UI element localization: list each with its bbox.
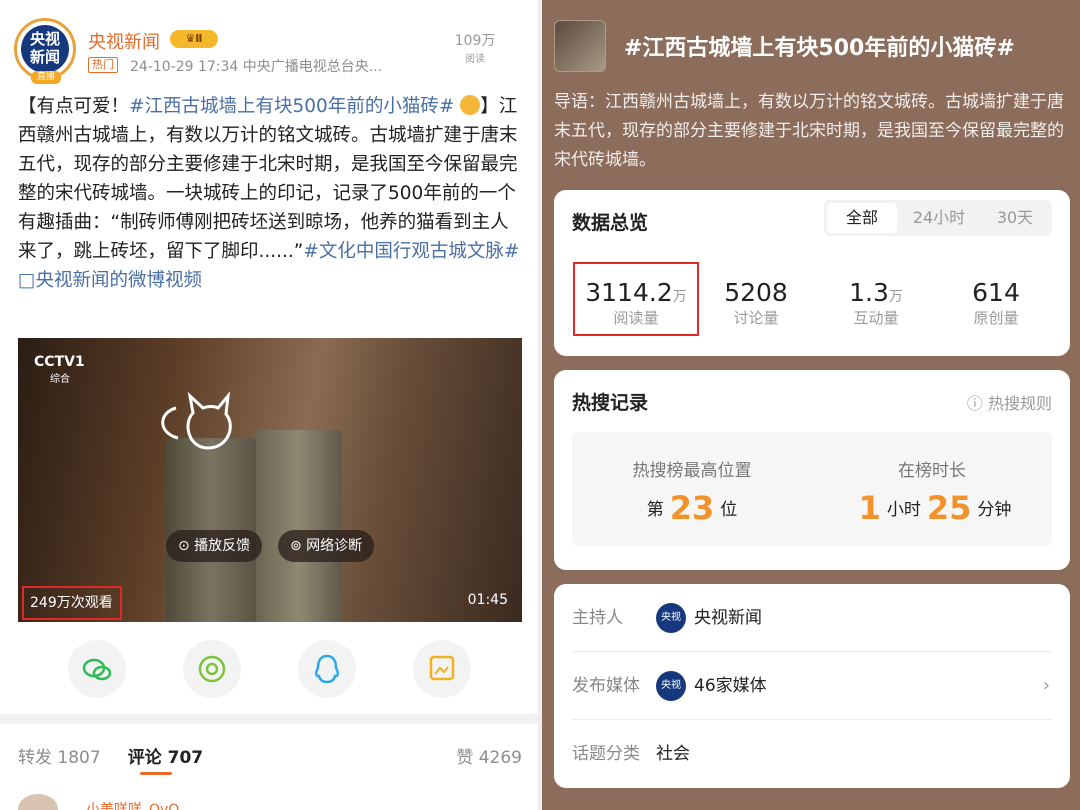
share-moments-button[interactable] xyxy=(183,640,241,698)
emoji-icon xyxy=(460,95,481,115)
live-badge: 直播 xyxy=(31,71,61,84)
video-link[interactable]: □央视新闻的微博视频 xyxy=(18,270,202,291)
hot-search-title: 热搜记录 xyxy=(572,392,649,414)
hot-tag: 热门 xyxy=(88,57,118,73)
time-range-tabs: 全部 24小时 30天 xyxy=(824,200,1052,236)
save-image-button[interactable] xyxy=(413,640,471,698)
commenter-avatar xyxy=(18,794,58,810)
tab-all[interactable]: 全部 xyxy=(827,203,897,233)
active-tab-indicator xyxy=(140,772,172,775)
video-duration: 01:45 xyxy=(467,592,508,608)
stat-interactions: 1.3万 互动量 xyxy=(849,278,903,327)
peak-position: 热搜榜最高位置 第 23 位 xyxy=(632,461,752,527)
media-row[interactable]: 发布媒体 央视 46家媒体 › xyxy=(572,652,1052,720)
section-gap xyxy=(0,714,540,724)
stat-reads: 3114.2万 阅读量 xyxy=(585,278,687,327)
author-name[interactable]: 央视新闻 xyxy=(88,28,160,54)
view-count: 249万次观看 xyxy=(22,586,122,620)
qq-icon xyxy=(314,654,340,684)
topic-detail-panel: #江西古城墙上有块500年前的小猫砖# 导语：江西赣州古城墙上，有数以万计的铭文… xyxy=(542,0,1080,810)
author-avatar[interactable]: 央视 新闻 直播 xyxy=(14,18,76,84)
media-logos-icon: 央视 xyxy=(656,671,686,701)
tab-30d[interactable]: 30天 xyxy=(980,203,1050,233)
topic-title: #江西古城墙上有块500年前的小猫砖# xyxy=(624,36,1015,61)
weibo-post-panel: 央视 新闻 直播 央视新闻 ♛Ⅱ 热门 24-10-29 17:34 中央广播电视… xyxy=(0,0,540,810)
brick-pillar xyxy=(256,430,342,622)
tab-24h[interactable]: 24小时 xyxy=(904,203,974,233)
topic-link[interactable]: #江西古城墙上有块500年前的小猫砖# xyxy=(129,96,454,117)
channel-logo: CCTV1 综合 xyxy=(34,354,85,385)
on-list-duration: 在榜时长 1 小时 25 分钟 xyxy=(858,461,1012,527)
wechat-icon xyxy=(82,658,112,681)
post-meta: 24-10-29 17:34 中央广播电视总台央... xyxy=(130,59,383,75)
vip-badge: ♛Ⅱ xyxy=(170,30,218,48)
network-diagnose-button[interactable]: ⊚ 网络诊断 xyxy=(278,530,375,562)
hot-search-card: 热搜记录 ⓘ 热搜规则 热搜榜最高位置 第 23 位 在榜时长 1 小时 25 分钟 xyxy=(554,370,1070,570)
topic-thumbnail xyxy=(554,20,606,72)
share-qq-button[interactable] xyxy=(298,640,356,698)
interaction-tabs: 转发 1807 评论 707 xyxy=(18,743,203,768)
commenter-name: 小美咩咩_OvO xyxy=(86,802,180,810)
avatar-logo: 央视 新闻 xyxy=(21,25,69,73)
host-row[interactable]: 主持人 央视 央视新闻 xyxy=(572,584,1052,652)
hot-search-rule-link[interactable]: ⓘ 热搜规则 xyxy=(967,390,1052,414)
playback-feedback-button[interactable]: ⊙ 播放反馈 xyxy=(166,530,263,562)
topic-info-card: 主持人 央视 央视新闻 发布媒体 央视 46家媒体 › 话题分类 社会 xyxy=(554,584,1070,788)
data-overview-card: 数据总览 全部 24小时 30天 3114.2万 阅读量 5208 讨论量 1.3万… xyxy=(554,190,1070,356)
chevron-right-icon: › xyxy=(1042,675,1050,696)
moments-icon xyxy=(198,655,226,683)
category-row: 话题分类 社会 xyxy=(572,744,690,764)
video-player[interactable]: CCTV1 综合 ⊙ 播放反馈 ⊚ 网络诊断 249万次观看 01:45 xyxy=(18,338,522,622)
topic-lead: 导语：江西赣州古城墙上，有数以万计的铭文城砖。古城墙扩建于唐末五代，现存的部分主… xyxy=(554,92,1064,170)
stat-discussions: 5208 讨论量 xyxy=(724,278,788,327)
topic-link-2[interactable]: #文化中国行观古城文脉# xyxy=(303,241,519,262)
post-text: 【有点可爱！#江西古城墙上有块500年前的小猫砖# 】江西赣州古城墙上，有数以万… xyxy=(18,92,524,295)
cctv-logo-icon: 央视 xyxy=(656,603,686,633)
stat-originals: 614 原创量 xyxy=(972,278,1020,327)
hot-search-stats: 热搜榜最高位置 第 23 位 在榜时长 1 小时 25 分钟 xyxy=(572,432,1052,546)
post-text-prefix: 【有点可爱！ xyxy=(18,96,130,117)
tab-likes[interactable]: 赞 4269 xyxy=(456,743,522,768)
overview-title: 数据总览 xyxy=(572,212,649,234)
read-count-value: 109万 xyxy=(454,33,496,49)
read-count-label: 阅读 xyxy=(465,54,485,65)
read-count: 109万 阅读 xyxy=(440,30,510,65)
share-wechat-button[interactable] xyxy=(68,640,126,698)
save-image-icon xyxy=(429,655,455,681)
post-text-body: 】江西赣州古城墙上，有数以万计的铭文城砖。古城墙扩建于唐末五代，现存的部分主要修… xyxy=(18,96,518,262)
comment-preview[interactable]: 小美咩咩_OvO xyxy=(18,794,179,810)
tab-repost[interactable]: 转发 1807 xyxy=(18,748,101,768)
tab-comments[interactable]: 评论 707 xyxy=(128,748,203,768)
cat-outline-icon xyxy=(161,391,232,450)
